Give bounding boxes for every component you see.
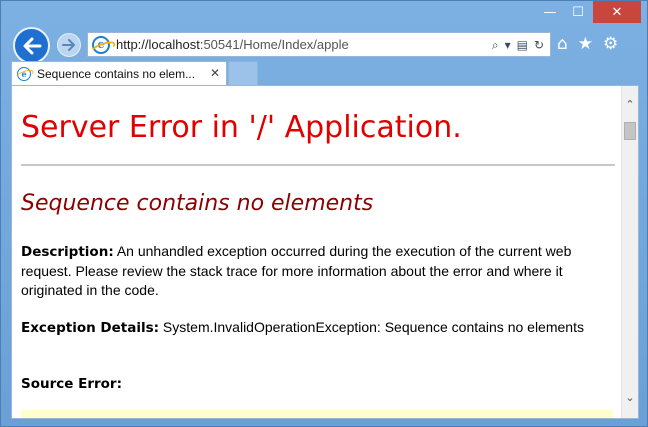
search-icon[interactable]: ⌕ xyxy=(492,38,499,53)
tab-ie-logo-icon: e xyxy=(17,66,31,81)
browser-window: — ☐ ✕ e http://localhost:50541/Home/Inde… xyxy=(0,0,648,427)
minimize-icon: — xyxy=(543,4,557,20)
home-icon[interactable]: ⌂ xyxy=(557,34,568,54)
favorites-star-icon[interactable]: ★ xyxy=(578,34,593,54)
address-bar[interactable]: e http://localhost:50541/Home/Index/appl… xyxy=(87,32,551,57)
page-title: Server Error in '/' Application. xyxy=(21,110,462,145)
source-error-paragraph: Source Error: xyxy=(21,374,613,394)
scroll-up-icon[interactable]: ⌃ xyxy=(622,96,638,113)
back-arrow-icon xyxy=(23,37,41,54)
minimize-button[interactable]: — xyxy=(537,1,563,23)
tab-active[interactable]: e Sequence contains no elem... ✕ xyxy=(11,61,227,85)
description-label: Description: xyxy=(21,244,114,260)
exception-paragraph: Exception Details: System.InvalidOperati… xyxy=(21,318,613,338)
source-code-box xyxy=(21,410,613,418)
close-icon: ✕ xyxy=(611,4,623,20)
address-tools: ⌕ ▾ ▤ ↻ xyxy=(492,35,544,55)
source-error-label: Source Error: xyxy=(21,376,122,392)
exception-text: System.InvalidOperationException: Sequen… xyxy=(159,319,584,335)
maximize-icon: ☐ xyxy=(572,4,584,20)
page-viewport: Server Error in '/' Application. Sequenc… xyxy=(11,85,639,419)
chevron-down-icon[interactable]: ▾ xyxy=(505,38,511,52)
browser-toolbar-icons: ⌂ ★ ⚙ xyxy=(557,31,618,57)
new-tab-button[interactable] xyxy=(228,61,258,85)
forward-button[interactable] xyxy=(57,33,81,57)
url-text[interactable]: http://localhost:50541/Home/Index/apple xyxy=(116,37,349,52)
compatibility-view-icon[interactable]: ▤ xyxy=(517,38,528,52)
forward-arrow-icon xyxy=(62,39,75,51)
error-subtitle: Sequence contains no elements xyxy=(21,191,374,216)
url-host: http://localhost xyxy=(116,37,200,52)
close-window-button[interactable]: ✕ xyxy=(593,1,641,23)
refresh-icon[interactable]: ↻ xyxy=(534,38,544,52)
scroll-down-icon[interactable]: ⌄ xyxy=(622,389,638,406)
tab-close-icon[interactable]: ✕ xyxy=(210,66,220,80)
divider xyxy=(21,164,615,166)
scroll-thumb[interactable] xyxy=(624,122,636,140)
maximize-button[interactable]: ☐ xyxy=(565,1,591,23)
ie-logo-icon: e xyxy=(92,35,110,54)
tab-title: Sequence contains no elem... xyxy=(37,66,196,81)
gear-icon[interactable]: ⚙ xyxy=(603,34,618,54)
exception-label: Exception Details: xyxy=(21,320,160,336)
url-path: :50541/Home/Index/apple xyxy=(199,37,349,52)
description-paragraph: Description: An unhandled exception occu… xyxy=(21,242,613,300)
back-button[interactable] xyxy=(13,27,50,64)
vertical-scrollbar[interactable]: ⌃ ⌄ xyxy=(621,86,638,418)
